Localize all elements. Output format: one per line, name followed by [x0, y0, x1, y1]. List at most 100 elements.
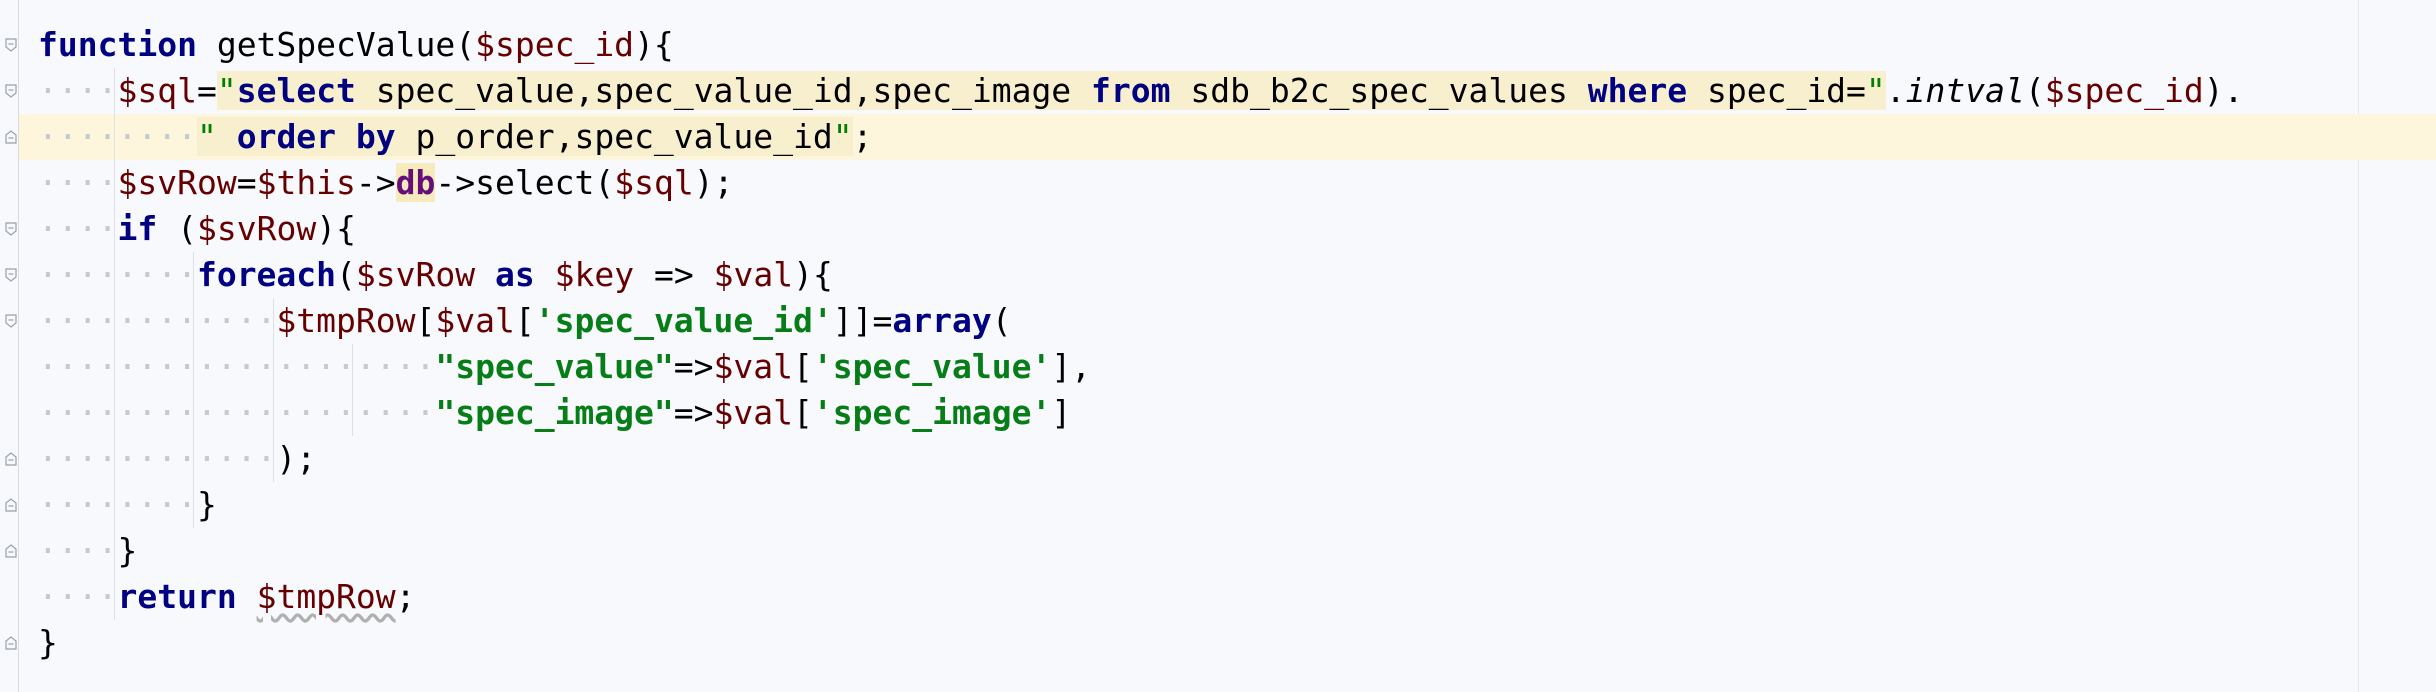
code-token: } — [117, 531, 138, 570]
code-token: ){ — [634, 25, 674, 64]
fold-close-icon[interactable] — [5, 544, 17, 558]
indent-whitespace: ···· — [38, 531, 118, 570]
indent-whitespace: ···· — [38, 163, 118, 202]
code-token: "spec_image" — [435, 393, 674, 432]
code-token: select — [236, 71, 356, 110]
code-token: ] — [1051, 393, 1072, 432]
code-editor[interactable]: function getSpecValue($spec_id){····$sql… — [0, 0, 2436, 692]
code-token: return — [117, 577, 237, 616]
code-token: $key — [554, 255, 635, 294]
code-token: $svRow — [355, 255, 476, 294]
code-line[interactable]: ············); — [38, 436, 316, 482]
code-line[interactable]: ····$sql="select spec_value,spec_value_i… — [38, 68, 2243, 114]
code-token: ], — [1051, 347, 1092, 386]
code-token: = — [196, 71, 217, 110]
indent-whitespace: ···· — [38, 577, 118, 616]
code-token: . — [1885, 71, 1906, 110]
indent-whitespace: ···················· — [38, 393, 436, 432]
code-token: $this — [256, 163, 356, 202]
fold-close-icon[interactable] — [5, 498, 17, 512]
code-token: foreach — [196, 255, 337, 294]
code-token: ){ — [316, 209, 356, 248]
code-line[interactable]: ········" order by p_order,spec_value_id… — [38, 114, 873, 160]
code-token: p_order,spec_value_id — [395, 117, 833, 156]
code-token: 'spec_value' — [812, 347, 1052, 386]
code-token: ( — [157, 209, 197, 248]
code-line[interactable]: ········foreach($svRow as $key => $val){ — [38, 252, 833, 298]
code-line[interactable]: ····················"spec_value"=>$val['… — [38, 344, 1091, 390]
code-line[interactable]: ····return $tmpRow; — [38, 574, 416, 620]
code-token: ; — [395, 577, 416, 616]
indent-whitespace: ···················· — [38, 347, 436, 386]
right-margin-guide — [2358, 0, 2359, 692]
code-token: ); — [693, 163, 734, 202]
code-token: ( — [991, 301, 1012, 340]
code-token: ){ — [793, 255, 833, 294]
fold-open-icon[interactable] — [5, 314, 17, 328]
indent-whitespace: ········ — [38, 485, 197, 524]
code-token: getSpecValue( — [196, 25, 476, 64]
fold-close-icon[interactable] — [5, 636, 17, 650]
code-token: $spec_id — [2044, 71, 2204, 110]
code-token: as — [495, 255, 535, 294]
indent-whitespace: ············ — [38, 301, 277, 340]
code-line[interactable]: ····if ($svRow){ — [38, 206, 356, 252]
code-line[interactable]: } — [38, 620, 58, 666]
code-token: function — [38, 25, 197, 64]
code-token: sdb_b2c_spec_values — [1170, 71, 1588, 110]
code-token: db — [395, 163, 436, 202]
fold-open-icon[interactable] — [5, 84, 17, 98]
indent-whitespace: ········ — [38, 255, 197, 294]
code-token: if — [117, 209, 158, 248]
code-line[interactable]: ········} — [38, 482, 217, 528]
code-token: [ — [793, 347, 813, 386]
code-token: = — [236, 163, 257, 202]
code-token: $svRow — [196, 209, 317, 248]
code-token: spec_value,spec_value_id,spec_image — [355, 71, 1092, 110]
code-token: intval — [1905, 71, 2025, 110]
code-token: $tmpRow — [276, 301, 416, 340]
code-token: " — [216, 71, 237, 110]
code-token: $tmpRow — [256, 577, 396, 616]
fold-open-icon[interactable] — [5, 222, 17, 236]
code-token: where — [1587, 71, 1688, 110]
indent-whitespace: ···· — [38, 71, 118, 110]
code-line[interactable]: ············$tmpRow[$val['spec_value_id'… — [38, 298, 1012, 344]
indent-whitespace: ············ — [38, 439, 277, 478]
code-line[interactable]: ····················"spec_image"=>$val['… — [38, 390, 1071, 436]
code-token: " — [1865, 71, 1886, 110]
fold-open-icon[interactable] — [5, 268, 17, 282]
fold-open-icon[interactable] — [5, 38, 17, 52]
code-token: ->select( — [435, 163, 615, 202]
code-token: $svRow — [117, 163, 237, 202]
code-line[interactable]: function getSpecValue($spec_id){ — [38, 22, 674, 68]
fold-close-icon[interactable] — [5, 452, 17, 466]
code-token: [ — [514, 301, 535, 340]
indent-whitespace: ···· — [38, 209, 118, 248]
code-token: from — [1091, 71, 1171, 110]
code-token: ( — [2024, 71, 2045, 110]
code-token: ). — [2203, 71, 2244, 110]
code-token: " — [832, 117, 853, 156]
code-token: } — [38, 623, 58, 662]
code-token: => — [634, 255, 714, 294]
code-token: $spec_id — [475, 25, 635, 64]
code-token: 'spec_value_id' — [534, 301, 833, 340]
code-token: [ — [415, 301, 436, 340]
code-token: => — [673, 393, 714, 432]
fold-close-icon[interactable] — [5, 130, 17, 144]
code-token: -> — [355, 163, 396, 202]
gutter-divider — [18, 0, 19, 692]
code-line[interactable]: ····$svRow=$this->db->select($sql); — [38, 160, 733, 206]
code-token: " — [196, 117, 217, 156]
code-token: ); — [276, 439, 317, 478]
code-token: } — [196, 485, 217, 524]
code-token: $val — [435, 301, 515, 340]
code-token: $val — [713, 393, 794, 432]
code-token: $val — [713, 255, 794, 294]
code-line[interactable]: ····} — [38, 528, 137, 574]
code-token: ( — [336, 255, 356, 294]
